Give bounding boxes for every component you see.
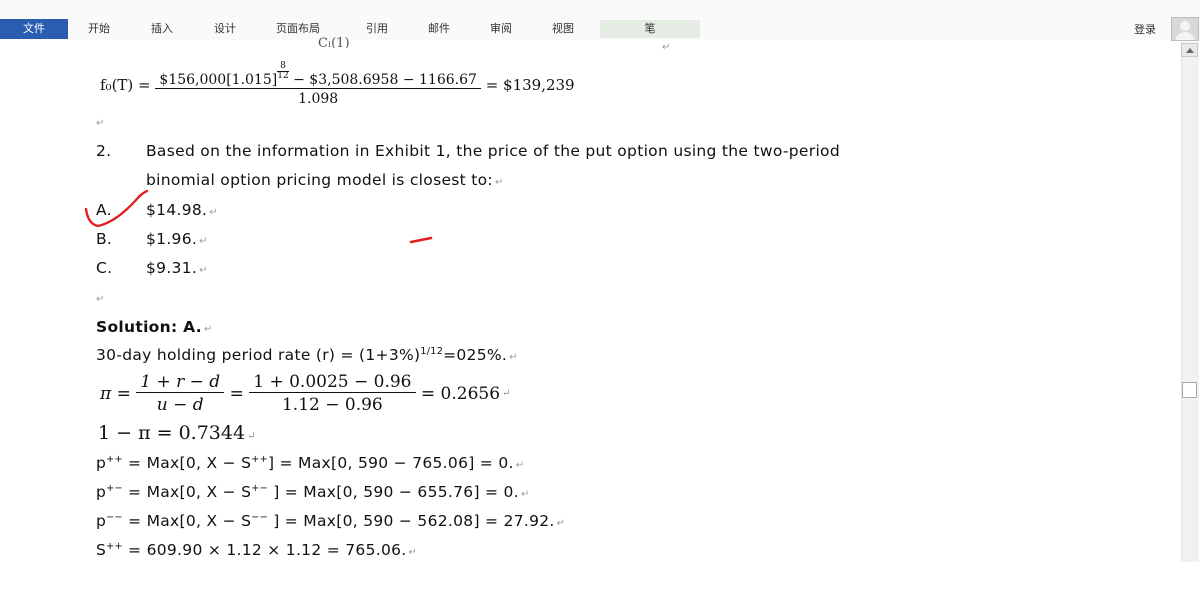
- pi-numerator-symbolic: 1 + r − d: [140, 372, 221, 392]
- s-plus-plus-line: S++ = 609.90 × 1.12 × 1.12 = 765.06. ↵: [96, 541, 418, 560]
- paragraph-mark-icon: ↵: [96, 294, 105, 305]
- dash-annotation: [409, 236, 433, 244]
- checkmark-annotation: [84, 189, 149, 228]
- p-plus-minus-line: p+− = Max[0, X − S+− ] = Max[0, 590 − 65…: [96, 483, 530, 502]
- p-plus-plus-line: p++ = Max[0, X − S++] = Max[0, 590 − 765…: [96, 454, 525, 473]
- pi-numerator-numeric: 1 + 0.0025 − 0.96: [253, 372, 412, 392]
- p-minus-minus-line: p−− = Max[0, X − S−− ] = Max[0, 590 − 56…: [96, 512, 566, 531]
- pi-denominator-numeric: 1.12 − 0.96: [249, 392, 416, 415]
- pi-formula: π = 1 + r − d u − d = 1 + 0.0025 − 0.96 …: [100, 372, 511, 415]
- pi-denominator-symbolic: u − d: [136, 392, 225, 415]
- one-minus-pi: 1 − π = 0.7344 ↵: [98, 422, 256, 444]
- solution-title: Solution: A. ↵: [96, 318, 213, 336]
- pi-result: = 0.2656: [420, 383, 501, 404]
- holding-period-rate: 30-day holding period rate (r) = (1+3%)1…: [96, 346, 518, 365]
- handwritten-annotations: [84, 189, 433, 244]
